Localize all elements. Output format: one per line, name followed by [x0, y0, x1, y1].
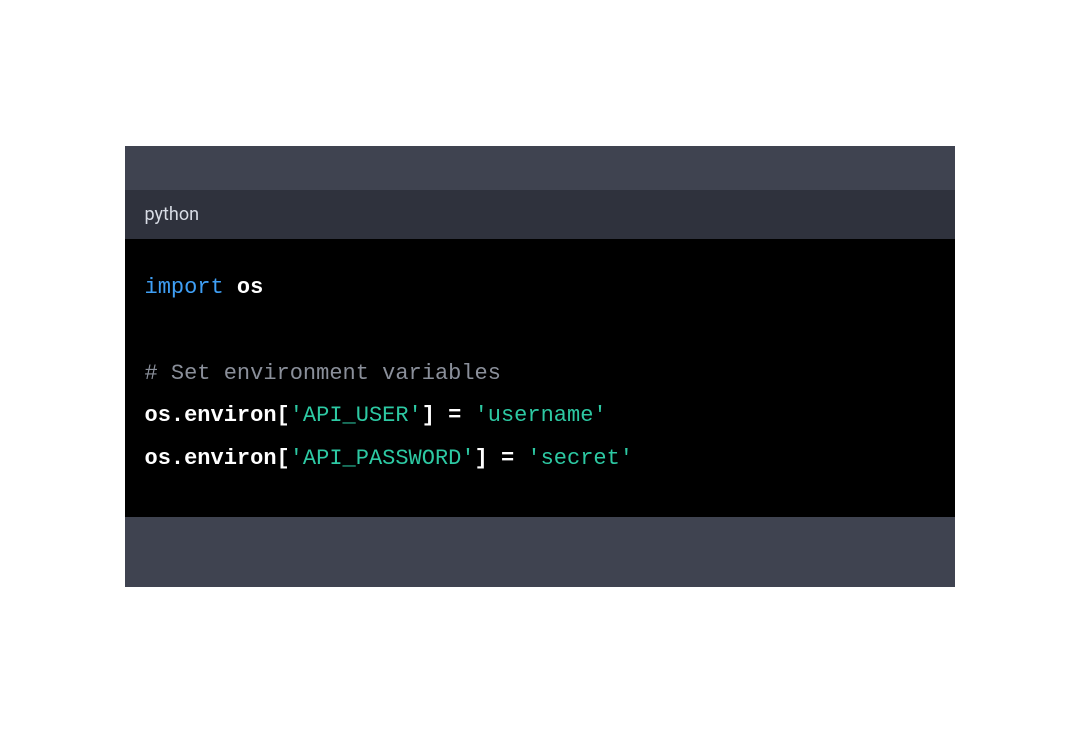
- dot: .: [171, 446, 184, 471]
- code-block: import os # Set environment variables os…: [125, 239, 955, 517]
- keyword-import: import: [145, 275, 224, 300]
- top-bar: [125, 146, 955, 190]
- code-snippet-container: python import os # Set environment varia…: [125, 146, 955, 587]
- identifier: environ: [184, 446, 276, 471]
- identifier: os: [145, 403, 171, 428]
- bracket-open: [: [277, 446, 290, 471]
- dot: .: [171, 403, 184, 428]
- identifier: os: [145, 446, 171, 471]
- bracket-open: [: [277, 403, 290, 428]
- code-comment: # Set environment variables: [145, 361, 501, 386]
- identifier: environ: [184, 403, 276, 428]
- equals: =: [435, 403, 475, 428]
- bracket-close: ]: [422, 403, 435, 428]
- string-literal: 'API_USER': [290, 403, 422, 428]
- bottom-bar: [125, 517, 955, 587]
- module-name: os: [237, 275, 263, 300]
- string-literal: 'secret': [527, 446, 633, 471]
- string-literal: 'API_PASSWORD': [290, 446, 475, 471]
- equals: =: [488, 446, 528, 471]
- string-literal: 'username': [475, 403, 607, 428]
- bracket-close: ]: [475, 446, 488, 471]
- language-label-bar: python: [125, 190, 955, 239]
- language-label: python: [145, 204, 200, 225]
